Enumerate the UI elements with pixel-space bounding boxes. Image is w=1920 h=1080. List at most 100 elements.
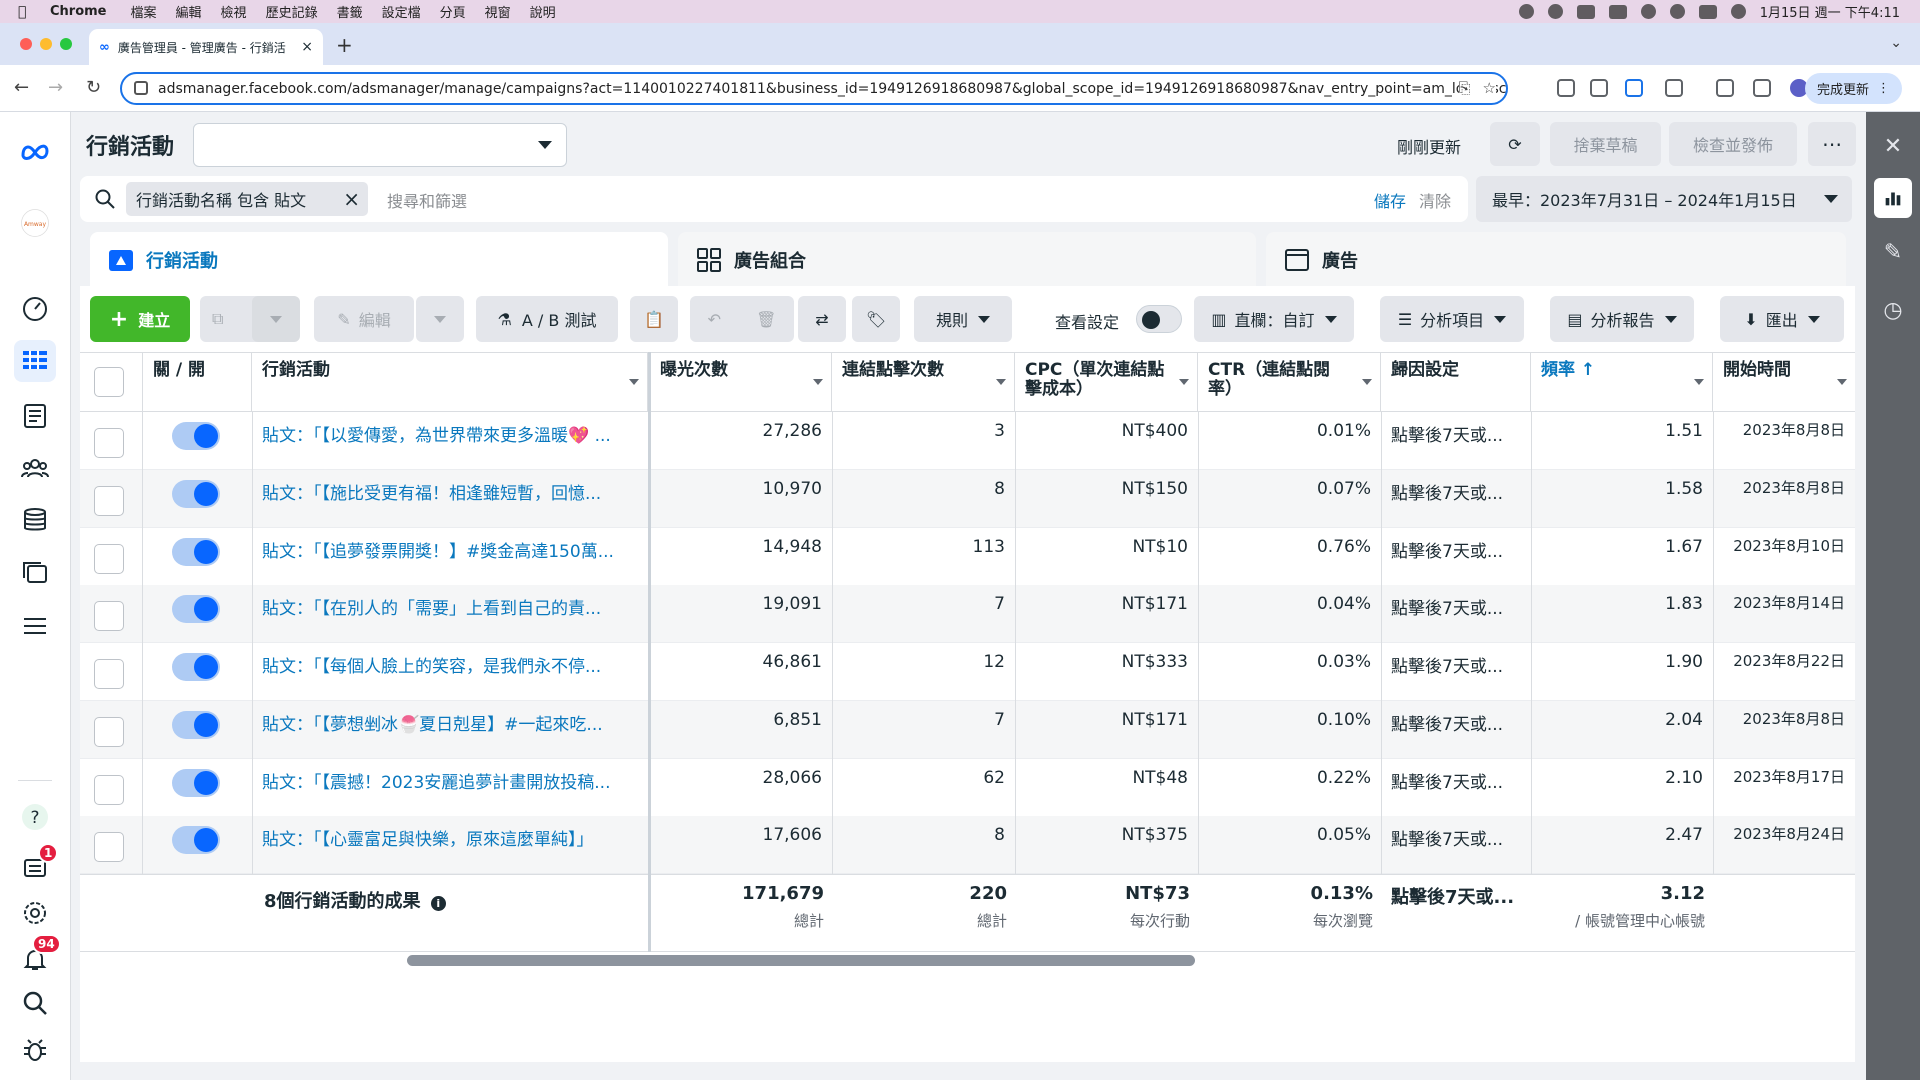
audiences-icon[interactable] — [14, 447, 56, 489]
battery-icon[interactable] — [1608, 4, 1627, 19]
site-info-icon[interactable] — [134, 81, 148, 95]
extensions-puzzle-icon[interactable] — [1665, 79, 1683, 97]
row-checkbox[interactable] — [94, 485, 124, 516]
col-header-ctr[interactable]: CTR（連結點閱率） — [1198, 353, 1381, 411]
menu-edit[interactable]: 編輯 — [176, 2, 202, 21]
reports-button[interactable]: ▤ 分析報告 — [1550, 296, 1694, 342]
media-library-icon[interactable] — [14, 552, 56, 594]
url-text[interactable]: adsmanager.facebook.com/adsmanager/manag… — [158, 81, 1506, 97]
extension-2-icon[interactable] — [1590, 79, 1608, 97]
finish-update-button[interactable]: 完成更新 ⋮ — [1804, 73, 1902, 104]
publish-changes-button[interactable]: ⇄ — [798, 296, 846, 342]
edit-dropdown-button[interactable] — [416, 296, 464, 342]
col-header-start-time[interactable]: 開始時間 — [1713, 353, 1855, 411]
menu-app-chrome[interactable]: Chrome — [50, 4, 107, 19]
control-center-icon[interactable] — [1698, 4, 1717, 19]
menu-window[interactable]: 視窗 — [485, 2, 511, 21]
edit-button[interactable]: ✎ 編輯 — [314, 296, 414, 342]
tag-button[interactable]: 🏷 — [852, 296, 900, 342]
browser-tab[interactable]: ∞ 廣告管理員 - 管理廣告 - 行銷活 × — [89, 29, 323, 65]
campaign-selector-dropdown[interactable] — [193, 123, 567, 167]
link-icon[interactable] — [1640, 4, 1656, 19]
horizontal-scrollbar[interactable] — [407, 955, 1195, 966]
tab-ad-sets[interactable]: 廣告組合 — [678, 232, 1256, 288]
col-header-link-clicks[interactable]: 連結點擊次數 — [832, 353, 1015, 411]
minimize-window-button[interactable] — [40, 38, 52, 50]
campaign-name-link[interactable]: 貼文：「【追夢發票開獎！】#獎金高達150萬... — [252, 528, 648, 585]
campaign-on-off-toggle[interactable] — [172, 479, 220, 508]
filter-chip[interactable]: 行銷活動名稱 包含 貼文 × — [126, 182, 368, 216]
zoom-window-button[interactable] — [60, 38, 72, 50]
all-tools-menu-icon[interactable] — [14, 605, 56, 647]
reports-icon[interactable] — [14, 395, 56, 437]
campaign-name-link[interactable]: 貼文：「【震撼！2023安麗追夢計畫開放投稿... — [252, 759, 648, 816]
campaign-on-off-toggle[interactable] — [172, 768, 220, 797]
menu-profiles[interactable]: 設定檔 — [382, 2, 421, 21]
tab-campaigns[interactable]: 行銷活動 — [90, 232, 668, 288]
table-row[interactable]: 貼文：「【追夢發票開獎！】#獎金高達150萬... 14,948 113 NT$10 0… — [80, 528, 1855, 586]
close-window-button[interactable] — [20, 38, 32, 50]
menu-view[interactable]: 檢視 — [221, 2, 247, 21]
col-header-impressions[interactable]: 曝光次數 — [650, 353, 832, 411]
table-row[interactable]: 貼文：「【在別人的「需要」上看到自己的責... 19,091 7 NT$171 0.04… — [80, 585, 1855, 644]
bookmark-star-icon[interactable]: ☆ — [1483, 79, 1496, 97]
col-header-onoff[interactable]: 關 / 開 — [142, 353, 252, 411]
overview-gauge-icon[interactable] — [14, 288, 56, 330]
install-app-icon[interactable]: ⎘ — [1459, 79, 1471, 97]
col-header-attribution[interactable]: 歸因設定 — [1381, 353, 1531, 411]
campaign-name-link[interactable]: 貼文：「【夢想剉冰🍧夏日剋星】#一起來吃... — [252, 701, 648, 758]
select-all-checkbox[interactable] — [94, 367, 124, 397]
help-icon[interactable]: ? — [14, 796, 56, 838]
bug-report-icon[interactable] — [14, 1029, 56, 1071]
edit-pencil-icon[interactable]: ✎ — [1874, 232, 1912, 272]
row-checkbox[interactable] — [94, 543, 124, 574]
campaign-on-off-toggle[interactable] — [172, 710, 220, 739]
reload-icon[interactable]: ↻ — [86, 77, 101, 98]
table-row[interactable]: 貼文：「【心靈富足與快樂，原來這麼單純】」 17,606 8 NT$375 0.05% 點… — [80, 816, 1855, 875]
col-header-frequency[interactable]: 頻率 ↑ — [1531, 353, 1713, 411]
undo-icon[interactable]: ↶ — [708, 310, 721, 329]
forward-icon[interactable]: → — [48, 77, 63, 98]
columns-button[interactable]: ▥ 直欄：自訂 — [1194, 296, 1354, 342]
campaign-on-off-toggle[interactable] — [172, 422, 220, 450]
menu-file[interactable]: 檔案 — [131, 2, 157, 21]
campaign-name-link[interactable]: 貼文：「【以愛傳愛，為世界帶來更多溫暖💖 ... — [252, 412, 648, 469]
charts-icon[interactable] — [1874, 178, 1912, 218]
more-options-button[interactable]: ⋯ — [1808, 122, 1856, 166]
meta-logo[interactable] — [14, 130, 56, 172]
apple-menu-icon[interactable]:  — [18, 4, 34, 20]
menu-help[interactable]: 說明 — [530, 2, 556, 21]
search-filter-input[interactable]: 搜尋和篩選 — [387, 188, 467, 212]
search-icon[interactable] — [14, 982, 56, 1024]
duplicate-dropdown-button[interactable] — [252, 296, 300, 342]
campaign-name-link[interactable]: 貼文：「【施比受更有福！相逢雖短暫，回憶... — [252, 470, 648, 527]
refresh-button[interactable]: ⟳ — [1490, 122, 1540, 166]
menubar-clock[interactable]: 1月15日 週一 下午4:11 — [1760, 2, 1900, 21]
campaign-name-link[interactable]: 貼文：「【每個人臉上的笑容，是我們永不停... — [252, 643, 648, 700]
clipboard-button[interactable]: 📋 — [630, 296, 678, 342]
view-settings-toggle[interactable] — [1136, 305, 1182, 333]
campaign-on-off-toggle[interactable] — [172, 653, 220, 681]
table-row[interactable]: 貼文：「【施比受更有福！相逢雖短暫，回憶... 10,970 8 NT$150 0.07… — [80, 469, 1855, 528]
campaign-on-off-toggle[interactable] — [172, 537, 220, 566]
col-header-campaign[interactable]: 行銷活動 — [252, 353, 648, 411]
table-row[interactable]: 貼文：「【以愛傳愛，為世界帶來更多溫暖💖 ... 27,286 3 NT$400 0.0… — [80, 412, 1855, 470]
row-checkbox[interactable] — [94, 428, 124, 458]
campaign-name-link[interactable]: 貼文：「【在別人的「需要」上看到自己的責... — [252, 585, 648, 642]
table-row[interactable]: 貼文：「【每個人臉上的笑容，是我們永不停... 46,861 12 NT$333 0.0… — [80, 643, 1855, 701]
history-clock-icon[interactable]: ◷ — [1874, 290, 1912, 330]
clear-filter-link[interactable]: 清除 — [1419, 188, 1451, 212]
campaigns-table-icon[interactable] — [14, 340, 56, 382]
campaign-on-off-toggle[interactable] — [172, 826, 220, 855]
breakdown-button[interactable]: ☰ 分析項目 — [1380, 296, 1524, 342]
address-bar[interactable]: adsmanager.facebook.com/adsmanager/manag… — [120, 72, 1508, 105]
campaign-name-link[interactable]: 貼文：「【心靈富足與快樂，原來這麼單純】」 — [252, 816, 648, 873]
row-checkbox[interactable] — [94, 659, 124, 689]
close-tab-icon[interactable]: × — [301, 39, 313, 55]
rules-button[interactable]: 規則 — [914, 296, 1012, 342]
extension-1-icon[interactable] — [1557, 79, 1575, 97]
info-icon[interactable]: i — [430, 896, 446, 911]
reading-list-icon[interactable] — [1716, 79, 1734, 97]
table-row[interactable]: 貼文：「【夢想剉冰🍧夏日剋星】#一起來吃... 6,851 7 NT$171 0.10%… — [80, 700, 1855, 759]
row-checkbox[interactable] — [94, 601, 124, 632]
